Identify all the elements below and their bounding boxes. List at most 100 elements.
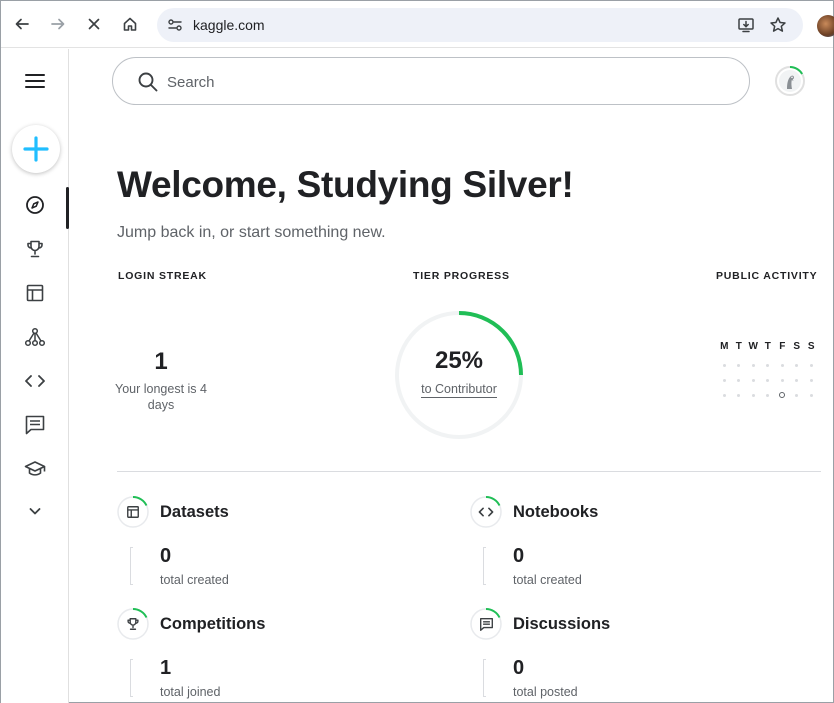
activity-day[interactable] xyxy=(761,363,776,367)
create-button[interactable] xyxy=(12,125,60,173)
activity-calendar: MTWTFSS xyxy=(717,341,819,398)
card-label: total posted xyxy=(513,685,578,699)
card-title[interactable]: Discussions xyxy=(513,615,610,634)
search-icon xyxy=(138,72,158,92)
activity-day[interactable] xyxy=(761,378,776,382)
sidebar-item-models[interactable] xyxy=(1,317,69,357)
sidebar-item-learn[interactable] xyxy=(1,449,69,489)
page-subtitle: Jump back in, or start something new. xyxy=(117,224,386,241)
public-activity-heading: PUBLIC ACTIVITY xyxy=(716,270,818,282)
activity-day[interactable] xyxy=(775,378,790,382)
card-accent-bar xyxy=(130,659,133,697)
login-streak-caption: Your longest is 4 days xyxy=(115,382,207,412)
tier-progress-link[interactable]: to Contributor xyxy=(394,382,524,398)
card-label: total joined xyxy=(160,685,221,699)
models-icon xyxy=(24,327,46,347)
activity-day[interactable] xyxy=(775,363,790,367)
install-app-icon[interactable] xyxy=(737,16,755,34)
weekday-labels: MTWTFSS xyxy=(717,341,819,352)
activity-day[interactable] xyxy=(790,378,805,382)
card-value: 0 xyxy=(160,545,172,567)
url-text: kaggle.com xyxy=(193,17,265,33)
activity-day[interactable] xyxy=(746,378,761,382)
weekday-label: S xyxy=(807,341,815,352)
plus-icon xyxy=(23,136,49,162)
stop-loading-button[interactable] xyxy=(82,12,106,36)
sidebar-expand-button[interactable] xyxy=(1,491,69,531)
card-title[interactable]: Competitions xyxy=(160,615,265,634)
activity-day[interactable] xyxy=(761,393,776,397)
activity-day[interactable] xyxy=(746,363,761,367)
table-icon xyxy=(26,284,44,302)
close-icon xyxy=(88,18,100,30)
tier-progress-heading: TIER PROGRESS xyxy=(413,270,510,282)
card-value: 0 xyxy=(513,657,525,679)
site-settings-icon[interactable] xyxy=(166,16,184,34)
code-icon xyxy=(25,375,45,387)
table-icon xyxy=(117,496,149,528)
back-button[interactable] xyxy=(10,12,34,36)
activity-week-row xyxy=(717,392,819,398)
weekday-label: M xyxy=(720,341,729,352)
activity-day[interactable] xyxy=(804,378,819,382)
weekday-label: F xyxy=(779,341,786,352)
card-accent-bar xyxy=(483,659,486,697)
arrow-left-icon xyxy=(15,18,29,30)
weekday-label: S xyxy=(793,341,801,352)
weekday-label: T xyxy=(735,341,742,352)
activity-week-row xyxy=(717,363,819,367)
card-value: 0 xyxy=(513,545,525,567)
card-icon-badge xyxy=(470,608,502,640)
comment-icon xyxy=(25,415,45,435)
browser-profile-avatar[interactable] xyxy=(817,15,834,37)
activity-day[interactable] xyxy=(717,363,732,367)
search-input[interactable] xyxy=(167,70,727,94)
address-bar[interactable]: kaggle.com xyxy=(157,8,803,42)
activity-day[interactable] xyxy=(717,378,732,382)
activity-day[interactable] xyxy=(746,393,761,397)
card-label: total created xyxy=(160,573,229,587)
code-icon xyxy=(470,496,502,528)
home-icon xyxy=(123,17,137,31)
activity-day[interactable] xyxy=(717,393,732,397)
card-label: total created xyxy=(513,573,582,587)
card-accent-bar xyxy=(483,547,486,585)
sidebar-item-datasets[interactable] xyxy=(1,273,69,313)
section-divider xyxy=(117,471,821,472)
tier-target-text[interactable]: to Contributor xyxy=(421,382,497,398)
menu-button[interactable] xyxy=(1,61,69,101)
sidebar-item-discussions[interactable] xyxy=(1,405,69,445)
sidebar-item-home[interactable] xyxy=(1,185,69,229)
card-accent-bar xyxy=(130,547,133,585)
forward-button[interactable] xyxy=(46,12,70,36)
hamburger-menu-icon xyxy=(25,74,45,88)
card-icon-badge xyxy=(117,496,149,528)
card-icon-badge xyxy=(117,608,149,640)
trophy-icon xyxy=(117,608,149,640)
login-streak-value: 1 xyxy=(154,348,168,375)
activity-day[interactable] xyxy=(804,393,819,397)
activity-day[interactable] xyxy=(732,393,747,397)
bookmark-star-icon[interactable] xyxy=(769,16,787,34)
sidebar-item-competitions[interactable] xyxy=(1,229,69,269)
search-bar[interactable] xyxy=(112,57,750,105)
activity-day[interactable] xyxy=(732,378,747,382)
card-icon-badge xyxy=(470,496,502,528)
activity-day[interactable] xyxy=(775,392,790,398)
activity-day[interactable] xyxy=(790,393,805,397)
compass-icon xyxy=(26,196,44,214)
sidebar-item-code[interactable] xyxy=(1,361,69,401)
card-title[interactable]: Datasets xyxy=(160,503,229,522)
activity-day[interactable] xyxy=(732,363,747,367)
activity-day[interactable] xyxy=(790,363,805,367)
weekday-label: T xyxy=(764,341,771,352)
activity-day[interactable] xyxy=(804,363,819,367)
tier-progress-percent: 25% xyxy=(434,347,484,374)
user-avatar[interactable] xyxy=(774,65,806,97)
home-button[interactable] xyxy=(118,12,142,36)
browser-toolbar: kaggle.com xyxy=(1,1,834,48)
card-title[interactable]: Notebooks xyxy=(513,503,598,522)
tier-progress-ring xyxy=(395,311,523,439)
chevron-down-icon xyxy=(29,508,41,515)
page-title: Welcome, Studying Silver! xyxy=(117,164,574,205)
